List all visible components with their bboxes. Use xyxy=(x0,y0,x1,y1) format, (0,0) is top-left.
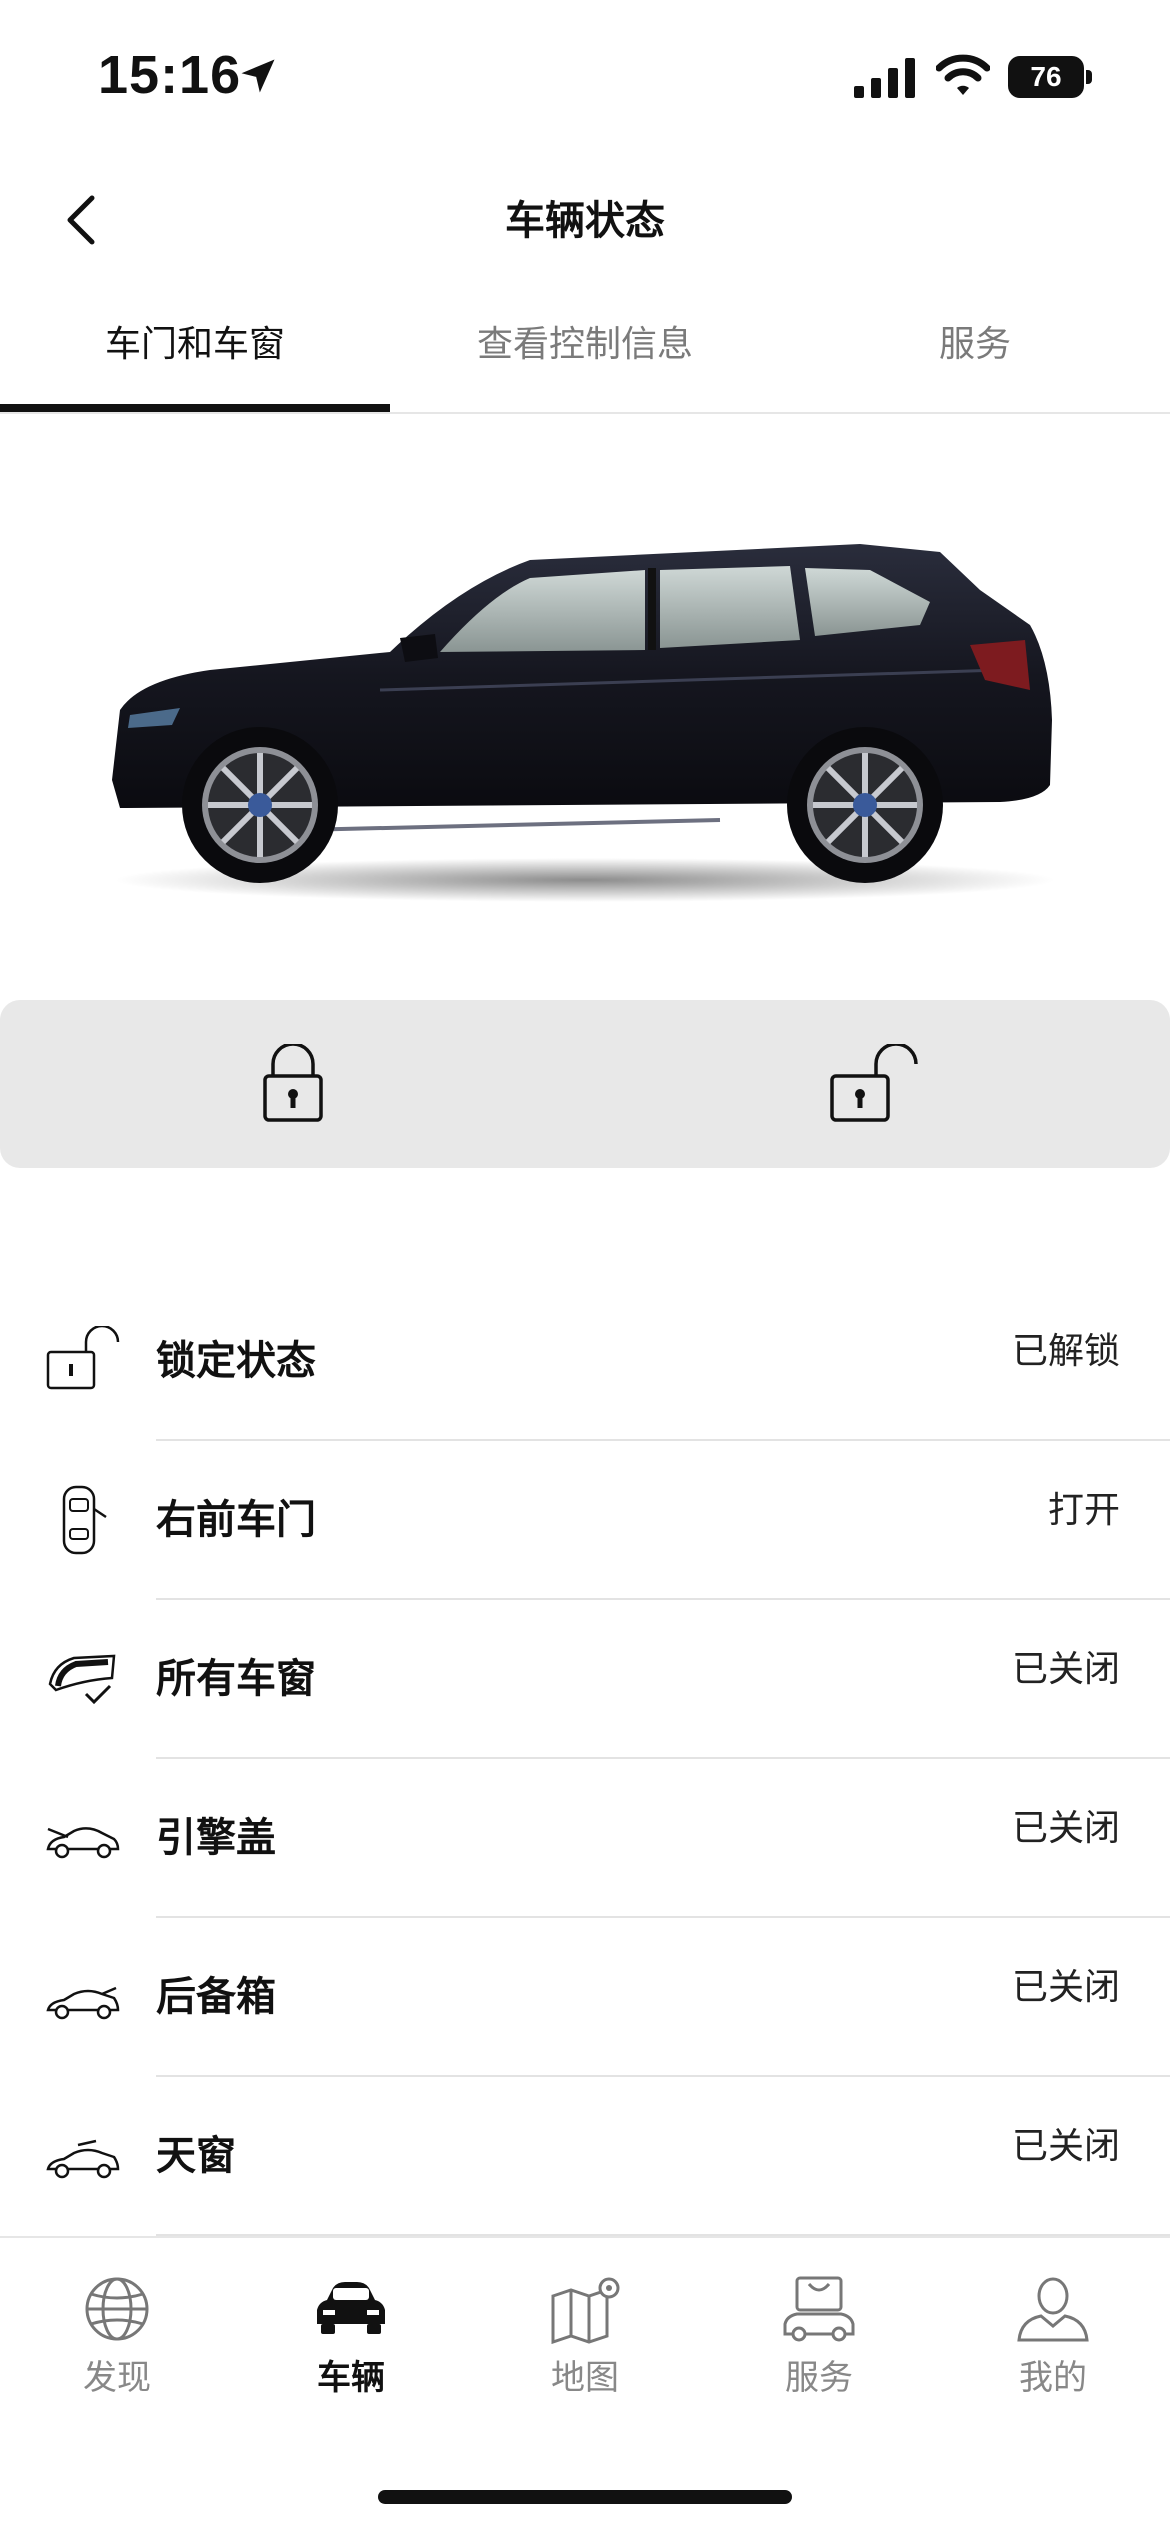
list-item-hood[interactable]: 引擎盖 已关闭 xyxy=(0,1759,1170,1918)
locked-padlock-icon xyxy=(262,1044,323,1122)
segment-tabs: 车门和车窗 查看控制信息 服务 xyxy=(0,290,1170,414)
tabbar-label: 服务 xyxy=(785,2358,853,2398)
car-door-open-icon xyxy=(62,1485,107,1555)
window-check-icon xyxy=(48,1654,116,1705)
battery-level: 76 xyxy=(1008,56,1084,98)
tabbar-item-discover[interactable]: 发现 xyxy=(0,2274,234,2424)
service-bag-icon xyxy=(783,2276,855,2342)
person-icon xyxy=(1017,2277,1089,2342)
row-label: 所有车窗 xyxy=(156,1656,316,1702)
list-item-sunroof[interactable]: 天窗 已关闭 xyxy=(0,2077,1170,2236)
tab-control-info[interactable]: 查看控制信息 xyxy=(390,290,780,412)
list-item-lock-status[interactable]: 锁定状态 已解锁 xyxy=(0,1282,1170,1441)
row-value: 已关闭 xyxy=(1011,1808,1120,1849)
car-trunk-icon xyxy=(46,1986,120,2020)
page-title: 车辆状态 xyxy=(505,198,665,244)
row-label: 右前车门 xyxy=(156,1497,316,1543)
row-value: 已关闭 xyxy=(1011,2126,1120,2167)
battery-icon: 76 xyxy=(1008,56,1092,98)
tabbar-item-vehicle[interactable]: 车辆 xyxy=(234,2274,468,2424)
active-tab-indicator xyxy=(0,404,390,412)
lock-button[interactable] xyxy=(0,1000,585,1168)
cellular-signal-icon xyxy=(854,58,915,98)
row-label: 后备箱 xyxy=(156,1974,276,2020)
tab-service[interactable]: 服务 xyxy=(780,290,1170,412)
globe-icon xyxy=(85,2277,149,2341)
map-icon xyxy=(551,2277,620,2344)
row-label: 引擎盖 xyxy=(156,1815,276,1861)
row-value: 已解锁 xyxy=(1011,1331,1120,1372)
tabbar-label: 发现 xyxy=(83,2358,151,2398)
status-bar: 15:16 76 xyxy=(0,0,1170,140)
tab-doors-windows[interactable]: 车门和车窗 xyxy=(0,290,390,412)
row-value: 已关闭 xyxy=(1011,1649,1120,1690)
unlocked-padlock-icon xyxy=(46,1326,120,1390)
unlocked-padlock-icon xyxy=(829,1044,918,1122)
row-value: 已关闭 xyxy=(1011,1967,1120,2008)
list-item-trunk[interactable]: 后备箱 已关闭 xyxy=(0,1918,1170,2077)
car-icon xyxy=(317,2282,385,2334)
tabbar-label: 我的 xyxy=(1019,2358,1087,2398)
tabbar-item-service[interactable]: 服务 xyxy=(702,2274,936,2424)
tabbar-item-profile[interactable]: 我的 xyxy=(936,2274,1170,2424)
status-time: 15:16 xyxy=(98,45,242,105)
list-item-all-windows[interactable]: 所有车窗 已关闭 xyxy=(0,1600,1170,1759)
list-item-front-right-door[interactable]: 右前车门 打开 xyxy=(0,1441,1170,1600)
row-value: 打开 xyxy=(1047,1490,1120,1531)
row-label: 天窗 xyxy=(156,2133,236,2179)
row-label: 锁定状态 xyxy=(156,1338,316,1384)
tabbar-label: 车辆 xyxy=(317,2358,385,2398)
tabbar-item-map[interactable]: 地图 xyxy=(468,2274,702,2424)
car-hood-icon xyxy=(46,1827,120,1859)
location-arrow-icon xyxy=(241,59,275,93)
car-sunroof-icon xyxy=(46,2139,120,2179)
unlock-button[interactable] xyxy=(585,1000,1170,1168)
lock-control-panel xyxy=(0,1000,1170,1168)
vehicle-status-list: 锁定状态 已解锁 右前车门 打开 所有车窗 已关闭 引擎盖 已关闭 后备箱 已关… xyxy=(0,1282,1170,2236)
wifi-icon xyxy=(936,54,990,95)
tabbar-label: 地图 xyxy=(551,2358,619,2398)
home-indicator xyxy=(378,2490,792,2504)
vehicle-image xyxy=(112,544,1055,902)
navigation-bar: 车辆状态 xyxy=(0,160,1170,270)
